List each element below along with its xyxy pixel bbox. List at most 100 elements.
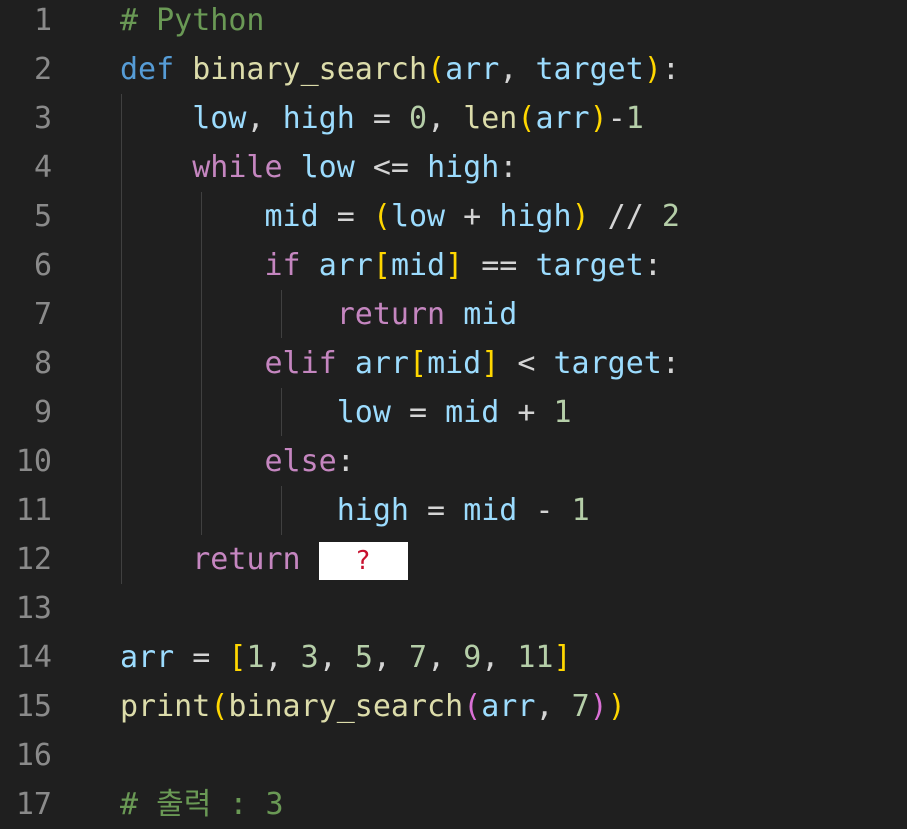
code-token: target xyxy=(535,248,644,283)
code-token: ( xyxy=(517,101,536,136)
code-token: low xyxy=(390,199,446,234)
code-token: ( xyxy=(372,199,391,234)
code-token: + xyxy=(445,199,500,234)
code-token: while xyxy=(192,150,283,185)
code-token: arr xyxy=(120,640,175,675)
indent-guide xyxy=(201,192,202,535)
code-line[interactable]: 12 return ? xyxy=(0,535,907,584)
line-number: 14 xyxy=(15,640,52,675)
code-editor[interactable]: 1 # Python 2 def binary_search(arr, target)… xyxy=(0,0,907,822)
code-line[interactable]: 9 low = mid + 1 xyxy=(0,388,907,437)
code-token: ( xyxy=(427,52,446,87)
code-text: def binary_search(arr, target): xyxy=(120,45,680,94)
line-number: 10 xyxy=(15,444,52,479)
code-token: - xyxy=(517,493,572,528)
code-token: , xyxy=(318,640,355,675)
code-token: : xyxy=(336,444,355,479)
code-token: , xyxy=(264,640,301,675)
line-number: 13 xyxy=(15,591,52,626)
code-token: target xyxy=(553,346,662,381)
code-token: - xyxy=(607,101,626,136)
code-token: arr xyxy=(445,52,500,87)
code-token: binary_search xyxy=(228,689,464,724)
code-token: , xyxy=(427,101,464,136)
code-token: arr xyxy=(318,248,373,283)
code-token: = xyxy=(354,101,409,136)
code-token: 7 xyxy=(409,640,428,675)
code-text: while low <= high: xyxy=(120,143,517,192)
indent-guide xyxy=(281,290,282,338)
code-token: 5 xyxy=(354,640,373,675)
code-token: = xyxy=(390,395,446,430)
code-line[interactable]: 2 def binary_search(arr, target): xyxy=(0,45,907,94)
code-token: arr xyxy=(354,346,409,381)
code-line[interactable]: 17 # 출력 : 3 xyxy=(0,780,907,829)
code-line[interactable]: 8 elif arr[mid] < target: xyxy=(0,339,907,388)
code-token: mid xyxy=(427,346,482,381)
code-token: high xyxy=(336,493,409,528)
code-token: 1 xyxy=(246,640,265,675)
code-line[interactable]: 14 arr = [1, 3, 5, 7, 9, 11] xyxy=(0,633,907,682)
code-token: ] xyxy=(481,346,500,381)
code-token: 0 xyxy=(409,101,428,136)
code-token: # Python xyxy=(120,3,265,38)
code-token: target xyxy=(535,52,644,87)
code-token: ) xyxy=(607,689,626,724)
code-token: low xyxy=(336,395,391,430)
code-token: mid xyxy=(445,395,500,430)
code-token: high xyxy=(282,101,355,136)
code-token: ( xyxy=(210,689,229,724)
code-line[interactable]: 3 low, high = 0, len(arr)-1 xyxy=(0,94,907,143)
line-number: 9 xyxy=(33,395,52,430)
code-line[interactable]: 16 xyxy=(0,731,907,780)
code-token: : xyxy=(661,346,680,381)
code-text: arr = [1, 3, 5, 7, 9, 11] xyxy=(120,633,572,682)
code-text: print(binary_search(arr, 7)) xyxy=(120,682,626,731)
line-number: 8 xyxy=(33,346,52,381)
line-number: 1 xyxy=(33,3,52,38)
code-line[interactable]: 1 # Python xyxy=(0,0,907,45)
line-number: 15 xyxy=(15,689,52,724)
code-text: # Python xyxy=(120,0,265,45)
code-token: , xyxy=(499,52,536,87)
masked-answer-blank: ? xyxy=(318,541,408,580)
code-token: ) xyxy=(643,52,662,87)
code-line[interactable]: 5 mid = (low + high) // 2 xyxy=(0,192,907,241)
code-token: print xyxy=(120,689,211,724)
code-token: == xyxy=(463,248,536,283)
code-line[interactable]: 10 else: xyxy=(0,437,907,486)
code-token: [ xyxy=(372,248,391,283)
code-token: < xyxy=(499,346,554,381)
code-line[interactable]: 6 if arr[mid] == target: xyxy=(0,241,907,290)
line-number: 12 xyxy=(15,542,52,577)
code-token: arr xyxy=(535,101,590,136)
code-line[interactable]: 13 xyxy=(0,584,907,633)
code-line[interactable]: 4 while low <= high: xyxy=(0,143,907,192)
indent-guide xyxy=(281,486,282,535)
code-line[interactable]: 11 high = mid - 1 xyxy=(0,486,907,535)
code-token: ( xyxy=(463,689,482,724)
code-token: high xyxy=(499,199,572,234)
code-token: = xyxy=(409,493,464,528)
code-token: , xyxy=(535,689,572,724)
code-token: = xyxy=(318,199,373,234)
code-token: if xyxy=(264,248,301,283)
line-number: 11 xyxy=(15,493,52,528)
code-token: , xyxy=(246,101,283,136)
code-line[interactable]: 7 return mid xyxy=(0,290,907,339)
code-token: : xyxy=(661,52,680,87)
code-line[interactable]: 15 print(binary_search(arr, 7)) xyxy=(0,682,907,731)
code-token: , xyxy=(481,640,518,675)
